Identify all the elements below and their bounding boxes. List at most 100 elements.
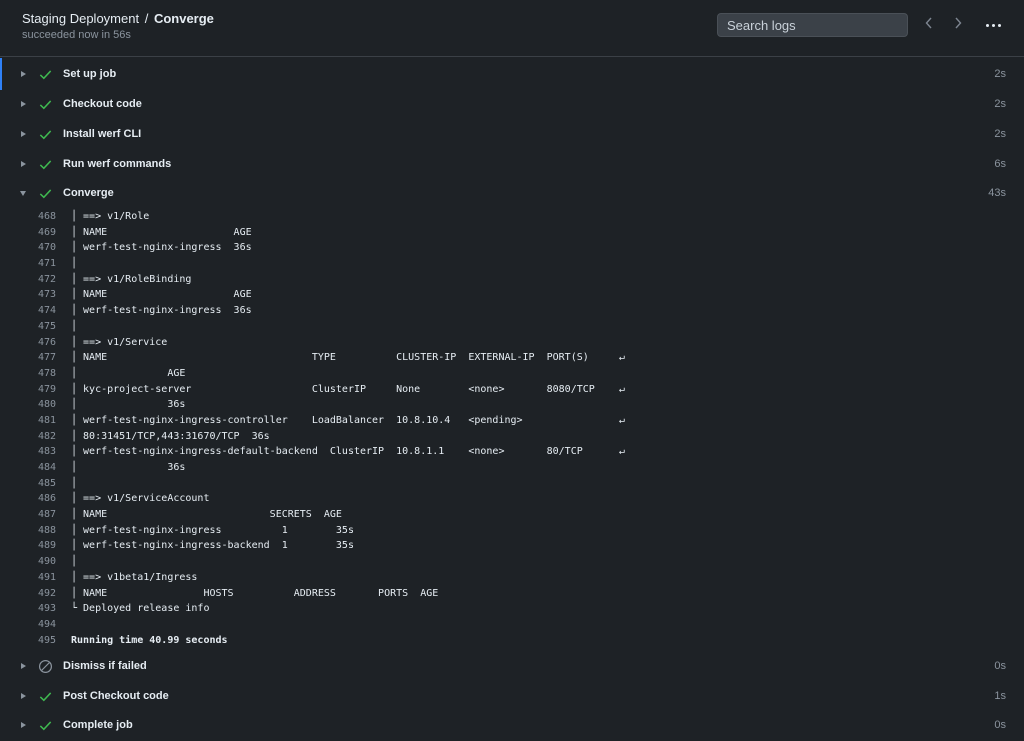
log-line-text: │ ==> v1/RoleBinding xyxy=(71,273,192,285)
log-line: 473 │ NAME AGE xyxy=(0,287,1024,303)
log-line-text: │ NAME AGE xyxy=(71,226,252,238)
step-name: Checkout code xyxy=(63,98,142,110)
log-line-text: │ werf-test-nginx-ingress-controller Loa… xyxy=(71,414,625,426)
log-line-number[interactable]: 479 xyxy=(24,382,56,398)
step-name: Post Checkout code xyxy=(63,690,169,702)
caret-right-icon[interactable] xyxy=(21,131,26,137)
step-duration: 2s xyxy=(994,68,1006,80)
chevron-right-icon[interactable] xyxy=(949,15,967,35)
search-logs-input[interactable] xyxy=(717,13,908,37)
check-icon xyxy=(38,127,53,142)
skipped-icon xyxy=(38,659,53,674)
log-line: 494 xyxy=(0,617,1024,633)
log-line: 470 │ werf-test-nginx-ingress 36s xyxy=(0,240,1024,256)
step-name: Dismiss if failed xyxy=(63,660,147,672)
step-row[interactable]: Set up job 2s xyxy=(0,60,1024,90)
log-line-text: │ xyxy=(71,320,78,332)
step-row[interactable]: Run werf commands 6s xyxy=(0,150,1024,180)
kebab-menu-icon[interactable] xyxy=(982,14,1004,36)
log-line-number[interactable]: 489 xyxy=(24,538,56,554)
caret-down-icon[interactable] xyxy=(20,191,26,196)
log-line: 486 │ ==> v1/ServiceAccount xyxy=(0,491,1024,507)
log-output: 468 │ ==> v1/Role 469 │ NAME AGE 470 │ werf-t… xyxy=(0,209,1024,648)
log-line: 495 Running time 40.99 seconds xyxy=(0,633,1024,649)
step-duration: 0s xyxy=(994,719,1006,731)
caret-right-icon[interactable] xyxy=(21,693,26,699)
step-name: Run werf commands xyxy=(63,158,172,170)
log-line-number[interactable]: 483 xyxy=(24,444,56,460)
log-line-text: │ werf-test-nginx-ingress-default-backen… xyxy=(71,446,625,458)
log-line-number[interactable]: 491 xyxy=(24,570,56,586)
log-line: 481 │ werf-test-nginx-ingress-controller … xyxy=(0,413,1024,429)
log-line-number[interactable]: 495 xyxy=(24,633,56,649)
log-line-number[interactable]: 473 xyxy=(24,287,56,303)
log-line-number[interactable]: 481 xyxy=(24,413,56,429)
title-separator: / xyxy=(144,11,149,26)
log-line-number[interactable]: 493 xyxy=(24,601,56,617)
check-icon xyxy=(38,67,53,82)
log-line-number[interactable]: 486 xyxy=(24,491,56,507)
log-line-text: │ ==> v1/Role xyxy=(71,211,150,222)
step-row[interactable]: Dismiss if failed 0s xyxy=(0,652,1024,682)
log-line-number[interactable]: 488 xyxy=(24,523,56,539)
step-row[interactable]: Complete job 0s xyxy=(0,711,1024,741)
log-line-number[interactable]: 494 xyxy=(24,617,56,633)
log-line: 489 │ werf-test-nginx-ingress-backend 1 3… xyxy=(0,538,1024,554)
step-duration: 6s xyxy=(994,158,1006,170)
log-line-number[interactable]: 490 xyxy=(24,554,56,570)
log-line: 469 │ NAME AGE xyxy=(0,225,1024,241)
job-name: Converge xyxy=(153,11,214,26)
log-line-text: │ ==> v1/Service xyxy=(71,336,168,348)
log-line-number[interactable]: 482 xyxy=(24,429,56,445)
step-name: Converge xyxy=(63,187,114,199)
caret-right-icon[interactable] xyxy=(21,663,26,669)
log-line-number[interactable]: 469 xyxy=(24,225,56,241)
step-row[interactable]: Post Checkout code 1s xyxy=(0,682,1024,712)
step-duration: 1s xyxy=(994,690,1006,702)
log-line-number[interactable]: 480 xyxy=(24,397,56,413)
step-duration: 0s xyxy=(994,660,1006,672)
log-line-number[interactable]: 475 xyxy=(24,319,56,335)
log-line: 480 │ 36s xyxy=(0,397,1024,413)
log-line-number[interactable]: 484 xyxy=(24,460,56,476)
log-line-number[interactable]: 477 xyxy=(24,350,56,366)
log-line-text: └ Deployed release info xyxy=(71,603,210,615)
caret-right-icon[interactable] xyxy=(21,71,26,77)
log-line-number[interactable]: 470 xyxy=(24,240,56,256)
log-line: 485 │ xyxy=(0,476,1024,492)
check-icon xyxy=(38,157,53,172)
log-line-number[interactable]: 485 xyxy=(24,476,56,492)
log-line-text: │ 36s xyxy=(71,399,186,411)
chevron-left-icon[interactable] xyxy=(920,15,938,35)
log-line: 493 └ Deployed release info xyxy=(0,601,1024,617)
caret-right-icon[interactable] xyxy=(21,161,26,167)
log-line-number[interactable]: 492 xyxy=(24,586,56,602)
step-row[interactable]: Install werf CLI 2s xyxy=(0,120,1024,150)
workflow-name[interactable]: Staging Deployment xyxy=(22,11,139,26)
log-line-text: │ NAME SECRETS AGE xyxy=(71,509,342,521)
log-line: 482 │ 80:31451/TCP,443:31670/TCP 36s xyxy=(0,429,1024,445)
log-line: 474 │ werf-test-nginx-ingress 36s xyxy=(0,303,1024,319)
step-row[interactable]: Converge 43s xyxy=(0,179,1024,209)
log-line-number[interactable]: 478 xyxy=(24,366,56,382)
log-line-text: │ NAME AGE xyxy=(71,289,252,301)
log-line-text: │ ==> v1beta1/Ingress xyxy=(71,571,198,583)
log-line-text: │ xyxy=(71,258,78,270)
log-line-number[interactable]: 468 xyxy=(24,209,56,225)
caret-right-icon[interactable] xyxy=(21,101,26,107)
log-line-number[interactable]: 471 xyxy=(24,256,56,272)
job-header: Staging Deployment / Converge succeeded … xyxy=(0,0,1024,57)
log-line-text: │ werf-test-nginx-ingress 36s xyxy=(71,305,252,317)
log-line: 487 │ NAME SECRETS AGE xyxy=(0,507,1024,523)
log-line: 492 │ NAME HOSTS ADDRESS PORTS AGE xyxy=(0,586,1024,602)
caret-right-icon[interactable] xyxy=(21,722,26,728)
log-line: 488 │ werf-test-nginx-ingress 1 35s xyxy=(0,523,1024,539)
log-line-text: │ 36s xyxy=(71,462,186,473)
log-line-number[interactable]: 487 xyxy=(24,507,56,523)
step-duration: 2s xyxy=(994,98,1006,110)
log-line: 477 │ NAME TYPE CLUSTER-IP EXTERNAL-IP PO… xyxy=(0,350,1024,366)
step-row[interactable]: Checkout code 2s xyxy=(0,90,1024,120)
log-line-number[interactable]: 472 xyxy=(24,272,56,288)
log-line-number[interactable]: 474 xyxy=(24,303,56,319)
log-line-number[interactable]: 476 xyxy=(24,335,56,351)
